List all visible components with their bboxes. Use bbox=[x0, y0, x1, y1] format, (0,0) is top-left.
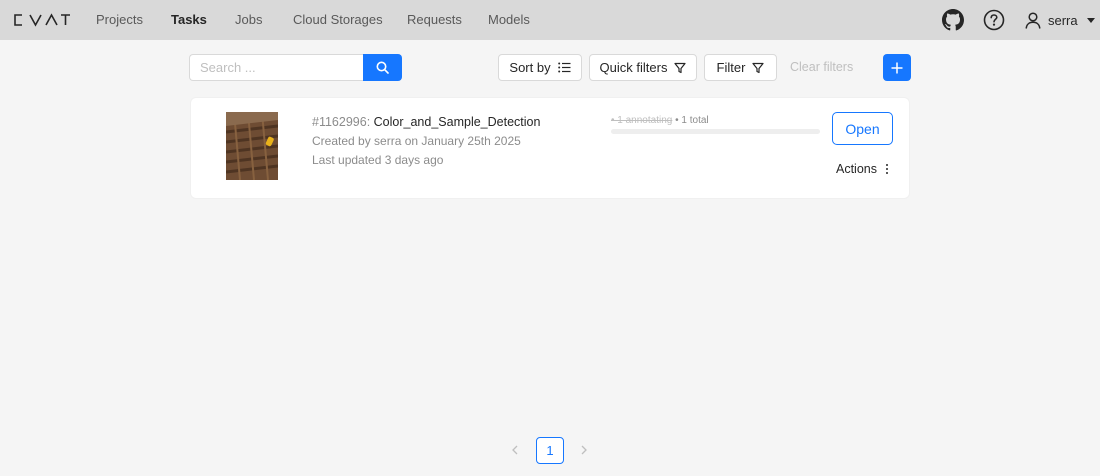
pagination-prev-button[interactable] bbox=[506, 440, 524, 460]
help-icon[interactable] bbox=[983, 9, 1005, 31]
search-button[interactable] bbox=[363, 54, 402, 81]
nav-cloud-storages[interactable]: Cloud Storages bbox=[293, 0, 383, 40]
user-menu[interactable]: serra bbox=[1025, 8, 1095, 32]
create-task-button[interactable] bbox=[883, 54, 911, 81]
nav-models[interactable]: Models bbox=[488, 0, 530, 40]
user-icon bbox=[1025, 11, 1041, 29]
nav-requests[interactable]: Requests bbox=[407, 0, 462, 40]
annotating-count: • 1 annotating bbox=[611, 115, 673, 126]
sort-by-button[interactable]: Sort by bbox=[498, 54, 582, 81]
task-progress-text: • 1 annotating • 1 total bbox=[611, 115, 709, 126]
task-created: Created by serra on January 25th 2025 bbox=[312, 134, 521, 148]
filter-icon bbox=[752, 62, 765, 73]
nav-projects[interactable]: Projects bbox=[96, 0, 143, 40]
search-input[interactable] bbox=[189, 54, 364, 81]
cvat-logo[interactable] bbox=[14, 10, 74, 30]
task-actions-menu[interactable]: Actions bbox=[836, 160, 888, 178]
github-icon[interactable] bbox=[942, 9, 964, 31]
total-count: • 1 total bbox=[675, 115, 709, 126]
filter-icon bbox=[674, 62, 687, 73]
open-task-button[interactable]: Open bbox=[832, 112, 893, 145]
chevron-right-icon bbox=[581, 445, 587, 455]
clear-filters-button[interactable]: Clear filters bbox=[790, 54, 853, 81]
pagination-page-1[interactable]: 1 bbox=[536, 437, 564, 464]
task-id: #1162996: bbox=[312, 115, 371, 129]
sort-list-icon bbox=[557, 62, 571, 73]
plus-icon bbox=[891, 62, 903, 73]
nav-tasks[interactable]: Tasks bbox=[171, 0, 207, 40]
nav-jobs[interactable]: Jobs bbox=[235, 0, 262, 40]
chevron-left-icon bbox=[512, 445, 518, 455]
task-card: #1162996: Color_and_Sample_Detection Cre… bbox=[190, 97, 910, 199]
username: serra bbox=[1048, 12, 1078, 28]
task-name[interactable]: Color_and_Sample_Detection bbox=[374, 115, 541, 129]
top-navigation-bar: Projects Tasks Jobs Cloud Storages Reque… bbox=[0, 0, 1100, 40]
task-updated: Last updated 3 days ago bbox=[312, 153, 444, 167]
caret-down-icon bbox=[1086, 17, 1095, 23]
filter-button[interactable]: Filter bbox=[704, 54, 777, 81]
search-icon bbox=[376, 61, 389, 74]
actions-label: Actions bbox=[836, 162, 877, 176]
quick-filters-label: Quick filters bbox=[599, 60, 668, 75]
task-progress-bar bbox=[611, 129, 820, 134]
more-vertical-icon bbox=[886, 164, 888, 174]
task-preview-thumbnail[interactable] bbox=[226, 112, 278, 180]
filter-label: Filter bbox=[716, 60, 746, 75]
sort-by-label: Sort by bbox=[509, 60, 551, 75]
quick-filters-button[interactable]: Quick filters bbox=[589, 54, 697, 81]
task-title: #1162996: Color_and_Sample_Detection bbox=[312, 115, 540, 129]
pagination-next-button[interactable] bbox=[575, 440, 593, 460]
